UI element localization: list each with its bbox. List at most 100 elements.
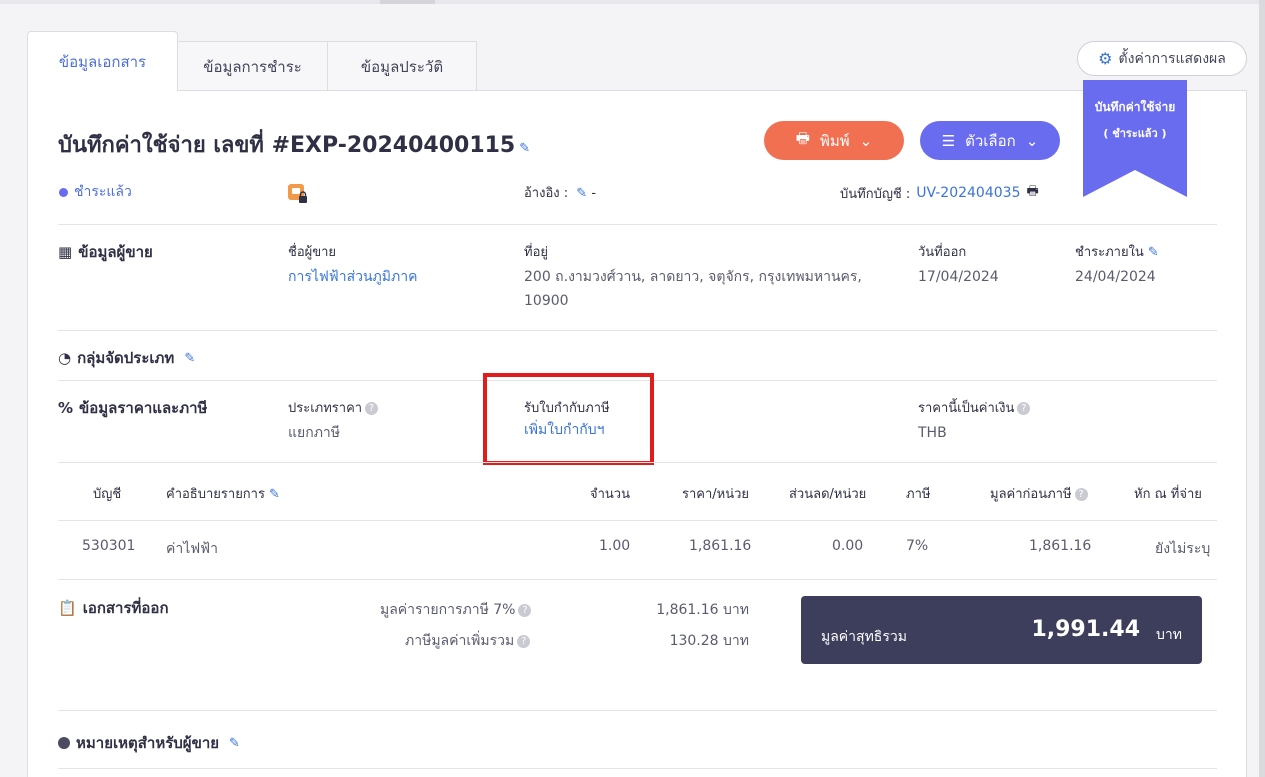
highlight-box <box>483 373 654 465</box>
category-section-title: ◔ กลุ่มจัดประเภท ✎ <box>58 346 195 370</box>
col-account: บัญชี <box>93 487 122 502</box>
right-scrollbar[interactable] <box>1259 0 1265 777</box>
status-text: ชำระแล้ว <box>74 184 132 200</box>
net-total-unit: บาท <box>1156 627 1182 643</box>
col-pre-tax: มูลค่าก่อนภาษี? <box>990 483 1088 504</box>
currency-label: ราคานี้เป็นค่าเงิน? <box>918 397 1031 418</box>
tab-document-info[interactable]: ข้อมูลเอกสาร <box>27 31 178 91</box>
chevron-down-icon: ⌄ <box>859 131 873 150</box>
issue-date-value: 17/04/2024 <box>918 269 999 285</box>
divider <box>58 224 1217 225</box>
display-settings-label: ตั้งค่าการแสดงผล <box>1118 50 1226 67</box>
issue-date-label: วันที่ออก <box>918 245 967 260</box>
due-date-label: ชำระภายใน ✎ <box>1075 241 1159 262</box>
top-scroll-track <box>0 0 1265 4</box>
vendor-notes-label: หมายเหตุสำหรับผู้ขาย <box>76 734 220 752</box>
row-discount: 0.00 <box>832 538 864 554</box>
gear-icon: ⚙ <box>1098 49 1113 68</box>
tab-payment-info[interactable]: ข้อมูลการชำระ <box>177 41 328 91</box>
col-tax: ภาษี <box>906 487 931 502</box>
address-line-1: 200 ถ.งามวงศ์วาน, ลาดยาว, จตุจักร, กรุงเ… <box>524 269 862 285</box>
net-total-box: มูลค่าสุทธิรวม 1,991.44 บาท <box>801 596 1202 664</box>
taxable-value: 1,861.16 บาท <box>656 602 749 618</box>
row-withholding: ยังไม่ระบุ <box>1155 541 1211 557</box>
printer-icon: 🖶 <box>795 129 810 147</box>
locked-document-icon <box>288 184 307 203</box>
col-description: คำอธิบายรายการ ✎ <box>166 483 280 504</box>
edit-title-pencil-icon[interactable]: ✎ <box>519 141 530 156</box>
address-label: ที่อยู่ <box>524 245 548 260</box>
vendor-notes-title: หมายเหตุสำหรับผู้ขาย ✎ <box>58 731 240 755</box>
vendor-name-link[interactable]: การไฟฟ้าส่วนภูมิภาค <box>288 265 417 289</box>
pie-chart-icon: ◔ <box>58 349 72 367</box>
issued-docs-section-title: 📋 เอกสารที่ออก <box>58 596 169 620</box>
net-total-label: มูลค่าสุทธิรวม <box>821 629 907 645</box>
taxable-label-text: มูลค่ารายการภาษี 7% <box>380 602 516 618</box>
top-scroll-thumb[interactable] <box>380 0 435 4</box>
clipboard-icon: 📋 <box>58 599 77 617</box>
col-description-text: คำอธิบายรายการ <box>166 487 265 502</box>
help-icon[interactable]: ? <box>518 603 532 617</box>
pricing-section-title: % ข้อมูลราคาและภาษี <box>58 396 207 420</box>
tab-history-info[interactable]: ข้อมูลประวัติ <box>327 41 477 91</box>
divider <box>58 579 1217 580</box>
vendor-name-label: ชื่อผู้ขาย <box>288 245 337 260</box>
col-unit-price: ราคา/หน่วย <box>682 487 750 502</box>
due-date-value: 24/04/2024 <box>1075 269 1156 285</box>
status-indicator: ชำระแล้ว <box>59 181 132 203</box>
pricing-section-label: ข้อมูลราคาและภาษี <box>79 399 208 417</box>
menu-icon: ☰ <box>941 131 956 150</box>
divider <box>58 330 1217 331</box>
status-dot-icon <box>59 187 68 197</box>
edit-due-pencil-icon[interactable]: ✎ <box>1148 245 1159 260</box>
page-title: บันทึกค่าใช้จ่าย เลขที่ #EXP-20240400115… <box>58 127 530 162</box>
edit-notes-pencil-icon[interactable]: ✎ <box>229 736 240 751</box>
print-button[interactable]: 🖶 พิมพ์ ⌄ <box>764 121 904 160</box>
tab-label: ข้อมูลการชำระ <box>203 57 302 76</box>
options-label: ตัวเลือก <box>965 131 1016 150</box>
price-type-label: ประเภทราคา? <box>288 397 379 418</box>
help-icon[interactable]: ? <box>1017 402 1031 415</box>
reference-value: - <box>591 186 597 201</box>
currency-value: THB <box>918 425 947 441</box>
currency-label-text: ราคานี้เป็นค่าเงิน <box>918 401 1015 416</box>
taxable-label: มูลค่ารายการภาษี 7%? <box>380 599 532 621</box>
divider <box>58 710 1217 711</box>
divider <box>58 520 1217 521</box>
vendor-section-label: ข้อมูลผู้ขาย <box>78 243 153 261</box>
options-button[interactable]: ☰ ตัวเลือก ⌄ <box>920 121 1060 160</box>
printer-icon[interactable]: 🖶 <box>1026 182 1038 204</box>
ledger-link[interactable]: UV-202404035 <box>916 185 1020 201</box>
price-type-label-text: ประเภทราคา <box>288 401 363 416</box>
percent-icon: % <box>58 399 74 417</box>
row-tax: 7% <box>906 538 929 554</box>
row-qty: 1.00 <box>599 538 631 554</box>
status-ribbon: บันทึกค่าใช้จ่าย ( ชำระแล้ว ) <box>1083 80 1187 197</box>
address-line-2: 10900 <box>524 293 569 309</box>
row-unit-price: 1,861.16 <box>689 538 752 554</box>
page-title-text: บันทึกค่าใช้จ่าย เลขที่ #EXP-20240400115 <box>58 133 516 158</box>
ribbon-status: ( ชำระแล้ว ) <box>1103 127 1167 140</box>
divider <box>58 462 1217 463</box>
edit-description-pencil-icon[interactable]: ✎ <box>269 487 280 502</box>
vat-value: 130.28 บาท <box>669 633 749 649</box>
display-settings-button[interactable]: ⚙ ตั้งค่าการแสดงผล <box>1077 41 1247 76</box>
ledger-label: บันทึกบัญชี : <box>840 186 911 202</box>
tab-label: ข้อมูลประวัติ <box>360 57 444 76</box>
divider <box>58 768 1217 769</box>
vat-label: ภาษีมูลค่าเพิ่มรวม? <box>405 630 531 652</box>
row-account: 530301 <box>82 538 136 554</box>
issued-docs-section-label: เอกสารที่ออก <box>82 599 169 617</box>
help-icon[interactable]: ? <box>517 634 531 648</box>
help-icon[interactable]: ? <box>1074 488 1088 501</box>
col-withholding: หัก ณ ที่จ่าย <box>1134 487 1202 502</box>
chevron-down-icon: ⌄ <box>1025 131 1039 150</box>
vat-label-text: ภาษีมูลค่าเพิ่มรวม <box>405 633 515 649</box>
reference-label: อ้างอิง : <box>524 186 569 201</box>
help-icon[interactable]: ? <box>365 402 379 415</box>
ribbon-title: บันทึกค่าใช้จ่าย <box>1094 100 1176 114</box>
edit-reference-pencil-icon[interactable]: ✎ <box>576 186 587 201</box>
edit-category-pencil-icon[interactable]: ✎ <box>184 351 195 366</box>
price-type-value: แยกภาษี <box>288 425 341 441</box>
building-icon: ▦ <box>58 243 73 261</box>
